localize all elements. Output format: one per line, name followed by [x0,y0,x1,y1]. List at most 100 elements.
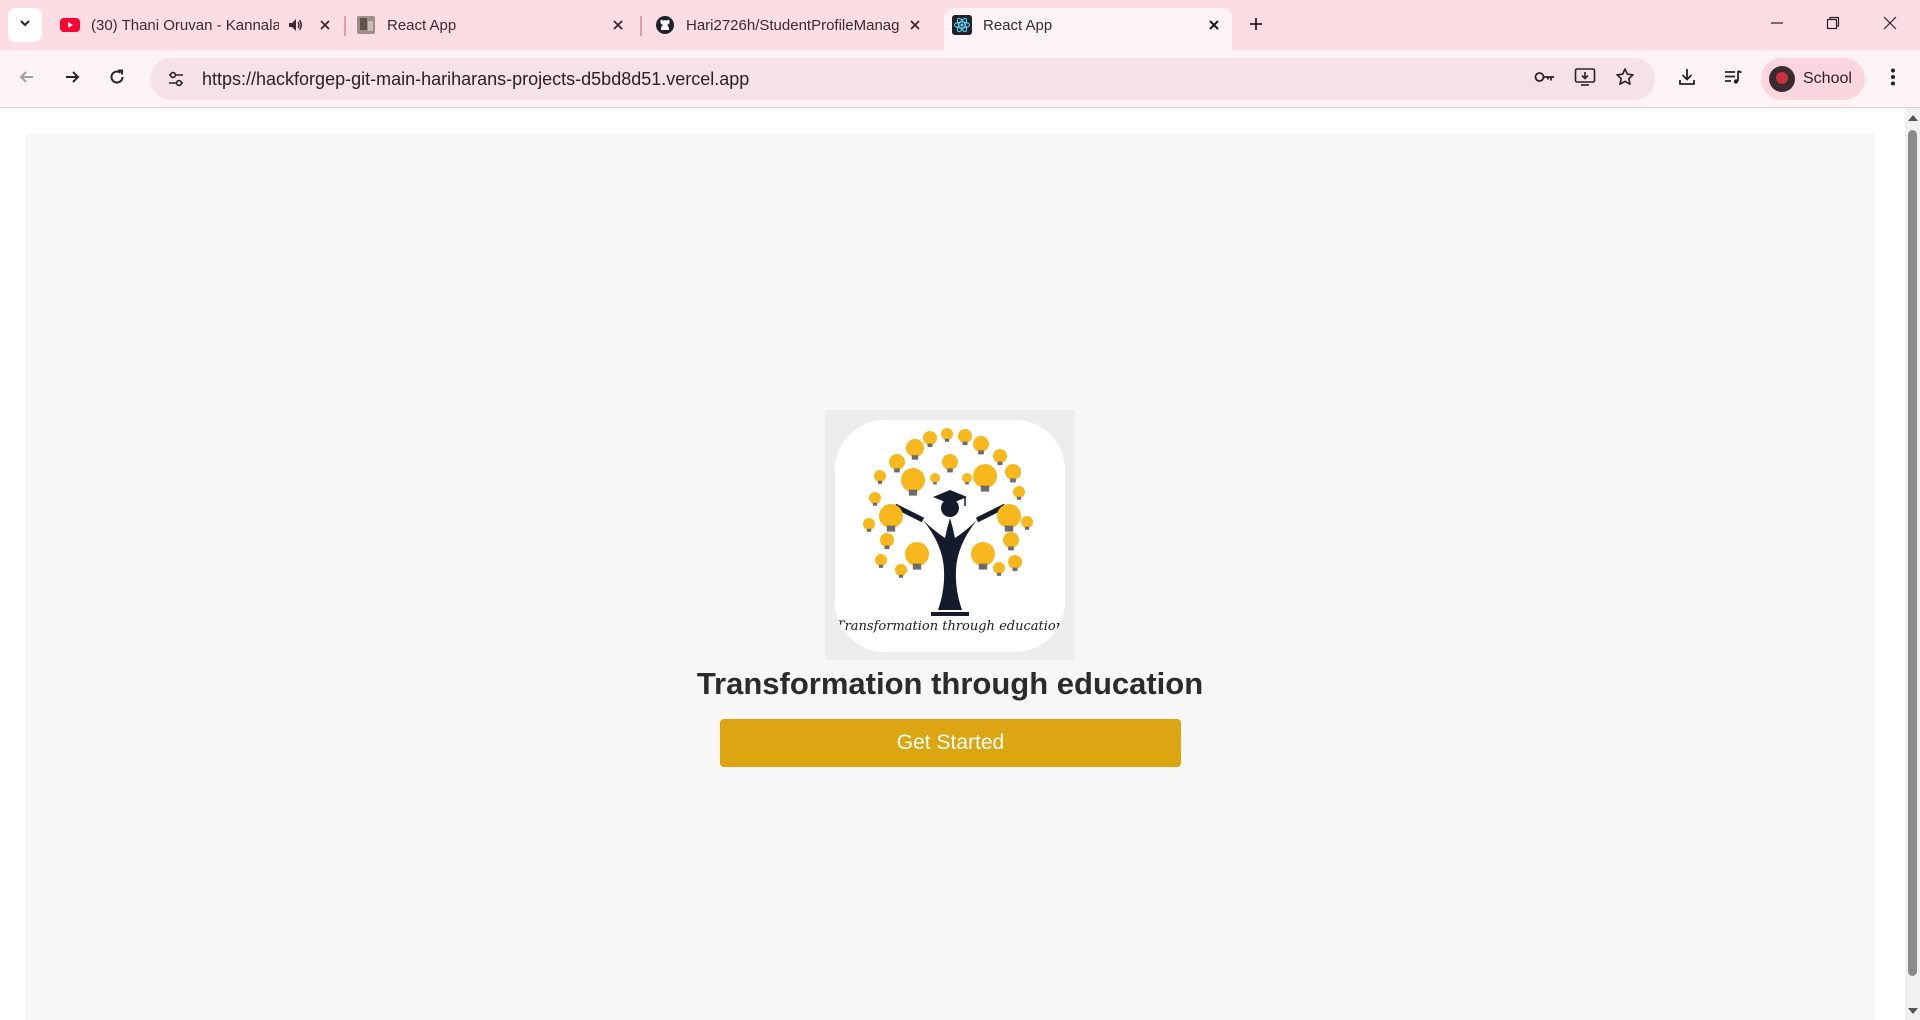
page-title: Transformation through education [696,666,1204,701]
bulb-base [1008,546,1014,551]
chevron-down-icon [18,16,32,35]
bulb-icon [942,454,958,470]
password-key-button[interactable] [1528,62,1562,96]
bulb-icon [973,436,989,452]
bulb-base [996,572,1002,576]
speaker-icon[interactable] [285,15,305,35]
bulb-base [978,450,984,455]
downloads-button[interactable] [1670,62,1704,96]
restore-button[interactable] [1813,8,1853,42]
bulb-base [944,438,950,442]
bulb-icon [889,454,905,470]
image-thumbnail-icon [356,15,376,35]
forward-button[interactable] [55,62,89,96]
bulb-icon [962,473,972,483]
bulb-base [965,482,969,485]
media-controls-button[interactable] [1716,62,1750,96]
back-button[interactable] [10,62,44,96]
bulb-base [877,480,883,484]
bulb-base [1024,526,1030,530]
close-window-button[interactable] [1870,8,1910,42]
bulb-base [1016,496,1022,500]
bulb-icon [875,554,887,566]
reload-button[interactable] [100,62,134,96]
logo-caption: Transformation through education [835,619,1065,634]
landing-card: Transformation through education Transfo… [25,134,1875,1020]
bulb-base [886,525,896,532]
profile-button[interactable]: School [1761,58,1865,100]
star-icon [1615,67,1635,92]
close-icon[interactable] [315,15,335,35]
tab-github[interactable]: Hari2726h/StudentProfileManag [655,8,925,42]
bulb-icon [874,470,886,482]
bulb-base [912,563,922,570]
tab-separator [640,16,642,36]
minimize-button[interactable] [1757,8,1797,42]
media-queue-icon [1723,68,1743,91]
tab-react-app-active[interactable]: React App [952,8,1224,42]
new-tab-button[interactable] [1243,13,1269,39]
reload-icon [108,68,126,91]
more-vertical-icon [1890,67,1896,92]
bookmark-button[interactable] [1608,62,1642,96]
download-icon [1677,67,1697,92]
bulb-base [884,545,890,550]
install-app-icon [1574,67,1596,92]
close-icon[interactable] [608,15,628,35]
bulb-base [927,443,933,448]
arrow-right-icon [63,68,81,91]
key-icon [1534,70,1556,89]
bulb-icon [880,533,894,547]
browser-menu-button[interactable] [1876,62,1910,96]
bulb-base [898,574,904,578]
bulb-icon [971,542,995,566]
install-app-button[interactable] [1568,62,1602,96]
url-text[interactable]: https://hackforgep-git-main-hariharans-p… [202,69,749,90]
tab-separator [344,16,346,36]
bulb-icon [906,439,924,457]
tab-react-app-1[interactable]: React App [356,8,628,42]
profile-name: School [1803,70,1852,87]
bulb-icon [958,429,972,443]
tab-youtube[interactable]: (30) Thani Oruvan - Kannala [60,8,335,42]
minimize-icon [1770,16,1784,35]
github-icon [655,15,675,35]
bulb-icon [993,449,1007,463]
bulb-icon [905,542,929,566]
close-icon[interactable] [905,15,925,35]
bulb-icon [941,428,953,440]
arrow-left-icon [18,68,36,91]
scroll-up-icon[interactable] [1907,112,1918,123]
bulb-icon [1013,486,1025,498]
close-icon[interactable] [1204,15,1224,35]
bulb-base [980,485,990,492]
avatar [1769,66,1795,92]
bulb-base [947,468,953,473]
youtube-icon [60,15,80,35]
bulb-icon [993,562,1005,574]
logo-container: Transformation through education [825,410,1075,660]
bulb-icon [879,504,903,528]
bulb-icon [930,473,940,483]
address-bar[interactable]: https://hackforgep-git-main-hariharans-p… [150,58,1655,100]
tab-title: React App [983,16,1053,34]
bulb-icon [1021,516,1033,528]
bulb-base [908,489,918,496]
bulb-icon [1005,464,1021,480]
scrollbar-thumb[interactable] [1908,130,1917,976]
browser-toolbar: https://hackforgep-git-main-hariharans-p… [0,50,1920,108]
page-scrollbar[interactable] [1905,108,1920,1020]
get-started-button[interactable]: Get Started [720,719,1181,767]
scroll-down-icon[interactable] [1907,1006,1918,1017]
bulb-icon [901,468,925,492]
bulb-icon [895,564,907,576]
bulb-base [894,468,900,473]
tab-title: React App [387,16,457,34]
bulb-base [933,482,937,485]
bulb-base [962,441,968,446]
tab-search-button[interactable] [8,8,42,42]
bulb-icon [973,464,997,488]
tab-title: Hari2726h/StudentProfileManag [686,16,900,34]
site-settings-icon[interactable] [154,58,198,100]
bulb-base [997,461,1003,466]
